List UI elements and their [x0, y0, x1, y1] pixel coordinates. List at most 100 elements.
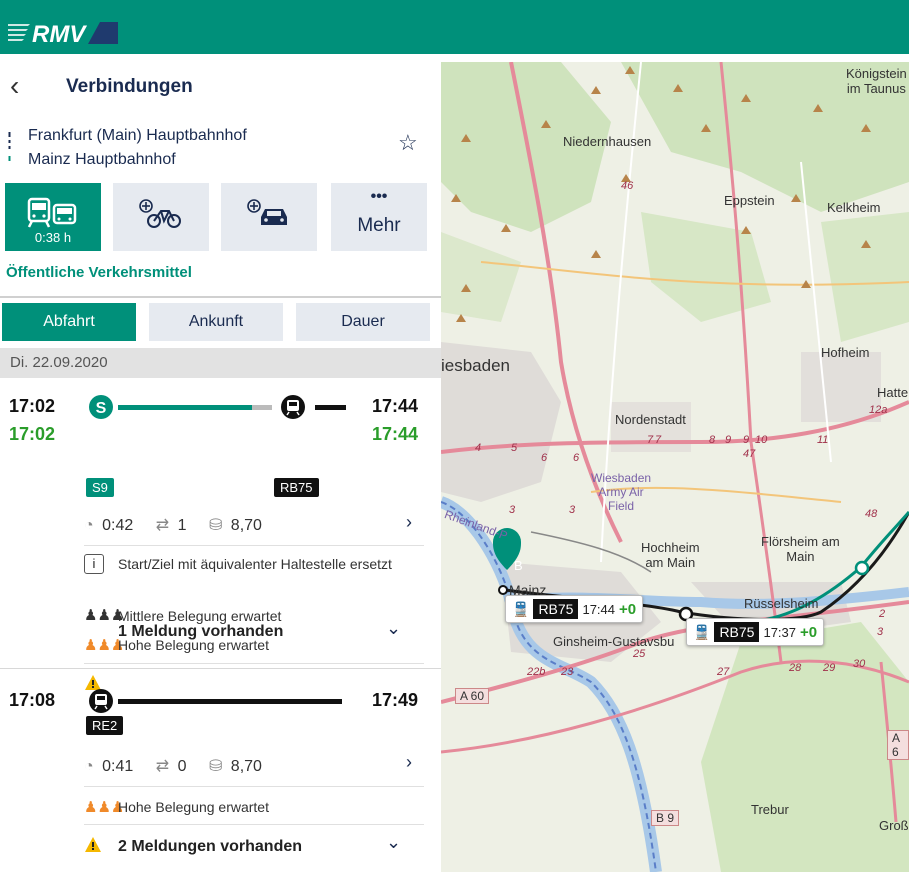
map-label: Nordenstadt [615, 412, 686, 427]
mode-car-button[interactable] [221, 183, 317, 251]
chevron-right-icon[interactable]: › [406, 512, 412, 533]
arrival-time: 17:44 [372, 396, 419, 416]
occupancy-high-text: Hohe Belegung erwartet [118, 799, 269, 815]
departure-time: 17:02 [9, 396, 56, 416]
road-number: 6 [541, 452, 548, 464]
tab-arrival[interactable]: Ankunft [149, 303, 283, 341]
more-label: Mehr [357, 215, 401, 236]
price-coins-icon: ⛁ [208, 517, 223, 534]
line-badge-rb75: RB75 [274, 478, 319, 497]
road-shield-b9: B 9 [651, 810, 680, 826]
route-stations[interactable]: Frankfurt (Main) Hauptbahnhof Mainz Haup… [28, 124, 247, 172]
map-label: Hochheim am Main [641, 540, 700, 570]
top-bar: RMV [0, 0, 909, 54]
map-label: Ginsheim-Gustavsbu [553, 634, 675, 649]
info-text: Start/Ziel mit äquivalenter Haltestelle … [118, 556, 392, 572]
line-badge-s9: S9 [86, 478, 114, 497]
road-number: 48 [865, 508, 878, 520]
map-label: Kelkheim [827, 200, 881, 215]
map-label: Königstein im Taunus [846, 66, 907, 96]
divider [84, 545, 424, 546]
divider [84, 786, 424, 787]
route-dots-icon [8, 132, 11, 161]
tab-departure[interactable]: Abfahrt [2, 303, 136, 341]
changes-icon: ⇄ [155, 517, 170, 534]
date-header: Di. 22.09.2020 [0, 348, 441, 378]
road-number: 23 [561, 666, 574, 678]
departure-realtime: 17:02 [9, 424, 56, 444]
road-number: 46 [621, 180, 634, 192]
messages-text[interactable]: 2 Meldungen vorhanden [118, 838, 302, 856]
tab-duration[interactable]: Dauer [296, 303, 430, 341]
road-number: 25 [633, 648, 646, 660]
map-label: Hofheim [821, 345, 870, 360]
road-shield-a6: A 6 [887, 730, 909, 760]
map-label: Wiesbaden Army Air Field [591, 471, 652, 513]
divider [84, 824, 424, 825]
road-number: 7 [647, 434, 654, 446]
info-icon: i [84, 554, 104, 574]
mode-more-button[interactable]: ••• Mehr [331, 183, 427, 251]
connection-meta: ◔ 0:41 ⇄ 0 ⛁ 8,70 [84, 756, 266, 776]
journey-timeline: S [89, 395, 346, 419]
road-number: 28 [789, 662, 802, 674]
changes-icon: ⇄ [155, 758, 170, 775]
favorite-star-icon[interactable]: ☆ [398, 130, 418, 156]
road-number: 9 [725, 434, 732, 446]
road-number: 3 [877, 626, 884, 638]
road-number: 29 [823, 662, 836, 674]
chevron-down-icon[interactable]: ⌄ [386, 832, 401, 853]
mode-public-transport-button[interactable]: 0:38 h [5, 183, 101, 251]
more-dots-icon: ••• [370, 188, 388, 205]
road-shield-a60: A 60 [455, 688, 490, 704]
map-vehicle-bubble[interactable]: 🚆 RB75 17:37 +0 [686, 618, 825, 646]
train-icon: 🚆 [693, 623, 711, 640]
map-label: Eppstein [724, 193, 775, 208]
chevron-right-icon[interactable]: › [406, 752, 412, 773]
arrival-time: 17:49 [372, 690, 419, 710]
train-icon: 🚆 [512, 600, 530, 617]
svg-text:RMV: RMV [32, 21, 87, 44]
road-number: 47 [743, 448, 756, 460]
chevron-down-icon[interactable]: ⌄ [386, 618, 401, 639]
rmv-logo[interactable]: RMV [8, 16, 118, 44]
road-number: 30 [853, 658, 866, 670]
road-number: 11 [817, 434, 829, 446]
line-badge-rb75: RB75 [714, 622, 760, 642]
road-number: 6 [573, 452, 580, 464]
mode-bike-button[interactable] [113, 183, 209, 251]
changes-value: 1 [177, 517, 187, 534]
divider [0, 668, 441, 669]
bubble-delay: +0 [619, 600, 637, 618]
map-label: Rüsselsheim [744, 596, 819, 611]
bubble-delay: +0 [800, 623, 818, 641]
connection-card[interactable]: 17:08 17:49 RE2 ◔ 0:41 ⇄ 0 ⛁ 8,70 › ♟♟♟ … [0, 670, 441, 872]
changes-value: 0 [177, 758, 187, 775]
to-station[interactable]: Mainz Hauptbahnhof [28, 148, 247, 172]
road-number: 7 [655, 434, 662, 446]
map-label: iesbaden [441, 356, 511, 375]
road-number: 3 [509, 504, 516, 516]
road-number: 5 [511, 442, 518, 454]
train-bus-icon [27, 197, 77, 228]
road-number: 10 [755, 434, 768, 446]
arrival-realtime: 17:44 [372, 424, 419, 444]
warning-icon [84, 836, 102, 854]
destination-marker-label: B [514, 558, 523, 573]
messages-text[interactable]: 1 Meldung vorhanden [118, 623, 283, 641]
duration-clock-icon: ◔ [84, 758, 94, 775]
map-vehicle-bubble[interactable]: 🚆 RB75 17:44 +0 [505, 595, 644, 623]
map-canvas[interactable] [441, 62, 909, 872]
road-number: 27 [717, 666, 730, 678]
route-map[interactable]: B Königstein im Taunus Niedernhausen Epp… [441, 62, 909, 872]
panel-header: ‹ Verbindungen [0, 54, 441, 114]
from-station[interactable]: Frankfurt (Main) Hauptbahnhof [28, 124, 247, 148]
price-coins-icon: ⛁ [208, 758, 223, 775]
back-icon[interactable]: ‹ [10, 72, 19, 100]
map-label: Hatte [877, 385, 909, 400]
time-tabs: Abfahrt Ankunft Dauer [2, 303, 432, 341]
road-number: 12a [869, 404, 888, 416]
price-value: 8,70 [230, 517, 262, 534]
departure-time: 17:08 [9, 690, 56, 710]
road-number: 3 [569, 504, 576, 516]
